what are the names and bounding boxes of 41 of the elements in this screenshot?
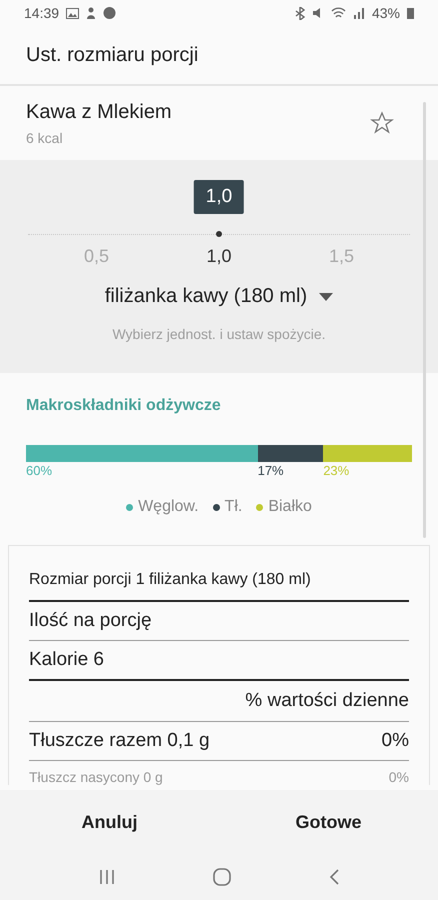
star-icon[interactable] [370, 111, 394, 135]
recents-icon[interactable] [99, 870, 115, 884]
slider-thumb[interactable] [216, 231, 222, 237]
dialog-button[interactable]: Anuluj [0, 790, 219, 854]
nutrition-label: Rozmiar porcji 1 filiżanka kawy (180 ml) [29, 571, 311, 589]
daily-percent: 0% [388, 769, 409, 785]
nutrition-label: Ilość na porcję [29, 610, 152, 632]
figure-icon [86, 7, 96, 19]
nutrition-label: Tłuszcz nasycony 0 g [29, 769, 163, 785]
caret-icon [319, 292, 334, 300]
image-icon [66, 8, 80, 18]
screen-title: Ust. rozmiaru porcji [26, 44, 198, 66]
macros-title: Makroskładniki odżywcze [26, 397, 222, 415]
back-icon[interactable] [329, 869, 339, 885]
portion-slider[interactable]: 1,0 [28, 180, 410, 244]
nutrition-label: % wartości dzienne [245, 690, 409, 712]
nutrition-label: Kalorie 6 [29, 649, 104, 671]
scale-label: 1,5 [328, 246, 354, 267]
food-calories: 6 kcal [26, 130, 64, 146]
macro-percent: 60% [26, 463, 52, 478]
legend-label: Tł. [224, 498, 242, 516]
legend-label: Białko [268, 498, 312, 516]
wifi-icon [330, 7, 346, 19]
daily-percent: 0% [382, 730, 409, 752]
scale-label: 1,0 [206, 246, 232, 267]
unit-dropdown[interactable]: filiżanka kawy (180 ml) [104, 285, 334, 308]
home-icon[interactable] [213, 868, 231, 886]
dialog-button[interactable]: Gotowe [219, 790, 438, 854]
food-name: Kawa z Mlekiem [26, 100, 172, 124]
bluetooth-icon [294, 6, 305, 20]
battery-icon [407, 7, 414, 19]
battery-percent: 43% [372, 5, 400, 21]
status-time: 14:39 [24, 5, 60, 21]
unit-hint: Wybierz jednost. i ustaw spożycie. [112, 326, 326, 342]
legend-label: Węglow. [138, 498, 199, 516]
value-tooltip: 1,0 [194, 180, 244, 214]
scale-label: 0,5 [84, 246, 110, 267]
macro-percent: 23% [323, 463, 350, 478]
signal-icon [352, 7, 365, 19]
macro-percent: 17% [258, 463, 284, 478]
nutrition-label: Tłuszcze razem 0,1 g [29, 730, 210, 752]
